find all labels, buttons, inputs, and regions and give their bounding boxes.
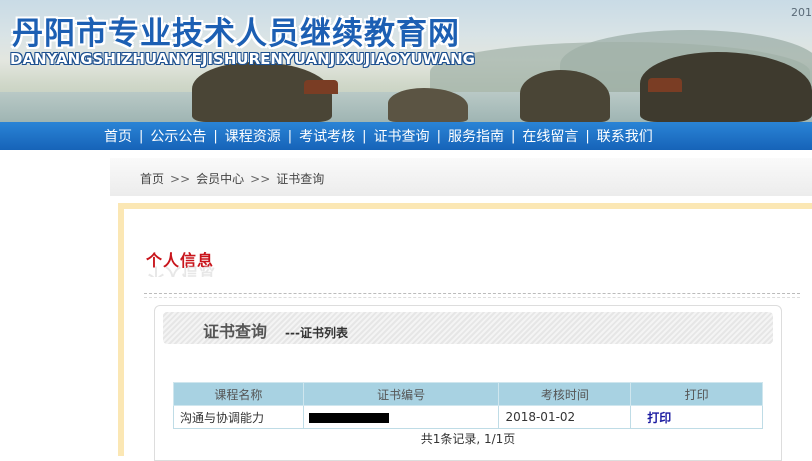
- certificate-table: 课程名称 证书编号 考核时间 打印 沟通与协调能力 2018-01-02 打印: [173, 382, 763, 429]
- column-header-print: 打印: [630, 382, 763, 406]
- cell-course: 沟通与协调能力: [173, 405, 304, 429]
- nav-separator: |: [436, 128, 441, 144]
- certificate-box: 证书查询 ---证书列表 课程名称 证书编号 考核时间 打印 沟通与协调能力 2…: [154, 305, 782, 461]
- nav-item-messages[interactable]: 在线留言: [518, 126, 582, 146]
- nav-item-service-guide[interactable]: 服务指南: [444, 126, 508, 146]
- certificate-box-header: 证书查询 ---证书列表: [163, 312, 773, 344]
- divider: [144, 297, 800, 298]
- certificate-box-title: 证书查询: [203, 322, 268, 341]
- site-title: 丹阳市专业技术人员继续教育网: [12, 16, 460, 52]
- breadcrumb-home[interactable]: 首页: [140, 172, 164, 186]
- page-title-reflection: 个人信息: [148, 264, 217, 277]
- nav-item-exams[interactable]: 考试考核: [295, 126, 359, 146]
- nav-item-notices[interactable]: 公示公告: [146, 126, 210, 146]
- pagination-info: 共1条记录, 1/1页: [420, 432, 516, 446]
- nav-separator: |: [213, 128, 218, 144]
- banner-rock: [388, 88, 468, 122]
- divider: [144, 293, 800, 294]
- nav-separator: |: [510, 128, 516, 144]
- cell-cert-no: [302, 405, 500, 429]
- nav-separator: |: [139, 128, 144, 144]
- nav-item-home[interactable]: 首页: [100, 126, 136, 146]
- breadcrumb-separator: >>: [170, 172, 191, 186]
- column-header-exam-time: 考核时间: [498, 382, 632, 406]
- nav-separator: |: [362, 128, 367, 144]
- nav-item-contact[interactable]: 联系我们: [593, 126, 657, 146]
- nav-item-certificates[interactable]: 证书查询: [370, 126, 434, 146]
- breadcrumb-bar: 首页 >> 会员中心 >> 证书查询: [110, 158, 812, 196]
- nav-separator: |: [287, 128, 293, 144]
- breadcrumb-member-center[interactable]: 会员中心: [196, 172, 244, 186]
- nav-separator: |: [585, 128, 590, 144]
- pavilion-icon: [304, 80, 338, 94]
- column-header-cert-no: 证书编号: [302, 382, 500, 406]
- certificate-box-subtitle: ---证书列表: [285, 326, 348, 340]
- breadcrumb: 首页 >> 会员中心 >> 证书查询: [140, 170, 324, 187]
- table-header-row: 课程名称 证书编号 考核时间 打印: [173, 382, 763, 406]
- site-banner: 丹阳市专业技术人员继续教育网 DANYANGSHIZHUANYEJISHUREN…: [0, 0, 812, 122]
- main-nav: 首页 | 公示公告 | 课程资源 | 考试考核 | 证书查询 | 服务指南 | 在线留言 | …: [0, 122, 812, 150]
- date-fragment: 201: [791, 6, 812, 19]
- site-title-pinyin: DANYANGSHIZHUANYEJISHURENYUANJIXUJIAOYUW…: [10, 50, 475, 68]
- breadcrumb-separator: >>: [250, 172, 271, 186]
- pavilion-icon: [648, 78, 682, 92]
- breadcrumb-current: 证书查询: [276, 172, 325, 186]
- nav-item-courses[interactable]: 课程资源: [221, 126, 285, 146]
- column-header-course: 课程名称: [173, 382, 304, 406]
- member-panel: 个人信息 个人信息 证书查询 ---证书列表 课程名称 证书编号 考核时间 打印: [118, 203, 812, 461]
- table-row: 沟通与协调能力 2018-01-02 打印: [173, 405, 763, 429]
- print-link[interactable]: 打印: [647, 411, 671, 425]
- cell-print: 打印: [630, 405, 763, 429]
- redacted-cert-number: [308, 412, 389, 423]
- cell-exam-time: 2018-01-02: [498, 405, 632, 429]
